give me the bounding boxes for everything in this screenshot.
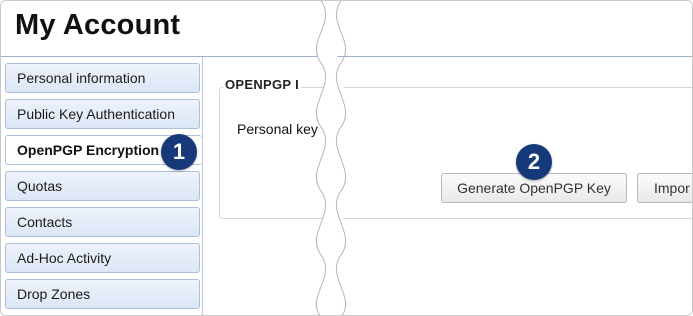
callout-badge-2: 2 — [516, 144, 552, 180]
sidebar-item-public-key-authentication[interactable]: Public Key Authentication — [5, 99, 200, 129]
my-account-window: My Account Personal information Public K… — [0, 0, 693, 316]
account-sidebar: Personal information Public Key Authenti… — [1, 57, 203, 315]
page-title: My Account — [15, 9, 181, 41]
sidebar-item-contacts[interactable]: Contacts — [5, 207, 200, 237]
sidebar-item-quotas[interactable]: Quotas — [5, 171, 200, 201]
section-title: OPENPGP I — [223, 77, 301, 92]
sidebar-item-ad-hoc-activity[interactable]: Ad-Hoc Activity — [5, 243, 200, 273]
sidebar-item-drop-zones[interactable]: Drop Zones — [5, 279, 200, 309]
callout-badge-1: 1 — [161, 134, 197, 170]
torn-edge-divider — [315, 1, 347, 315]
main-content: OPENPGP I Personal key Generate OpenPGP … — [203, 57, 692, 315]
sidebar-item-personal-information[interactable]: Personal information — [5, 63, 200, 93]
import-key-button[interactable]: Impor — [637, 173, 692, 203]
